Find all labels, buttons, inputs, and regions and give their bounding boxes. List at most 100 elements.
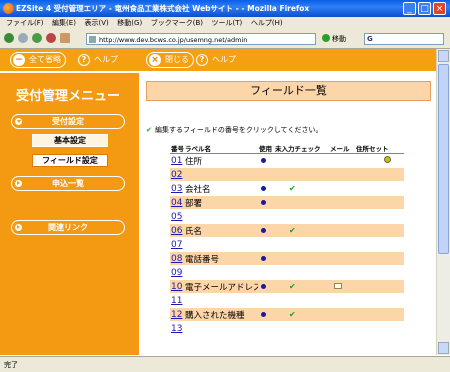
maximize-button[interactable]: □ [418,2,431,15]
used-cell [258,279,274,294]
field-number-cell: 08 [170,251,184,266]
mail-cell [329,321,355,336]
scroll-down-button[interactable] [438,342,449,354]
field-number-link[interactable]: 03 [171,184,182,194]
help-label-right: ヘルプ [212,55,236,64]
vertical-scrollbar[interactable] [436,49,450,355]
close-icon: × [149,54,161,66]
help-button-right[interactable]: ? ヘルプ [196,52,236,68]
field-number-link[interactable]: 05 [171,212,182,222]
back-icon[interactable] [4,33,14,43]
sidebar-item-field-settings[interactable]: フィールド設定 [32,154,108,167]
menu-tools[interactable]: ツール(T) [212,17,243,30]
search-input[interactable]: G [364,33,444,45]
table-row: 07 [170,237,404,252]
menu-help[interactable]: ヘルプ(H) [251,17,283,30]
table-row: 05 [170,209,404,224]
required-check-cell [274,321,329,336]
sidebar-section-related-links[interactable]: 関連リンク [11,220,125,235]
field-label-cell [184,209,258,224]
used-cell [258,181,274,196]
mail-cell [329,307,355,322]
used-dot-icon [261,185,266,191]
field-number-link[interactable]: 13 [171,324,182,334]
field-number-cell: 02 [170,167,184,182]
help-label-left: ヘルプ [94,55,118,64]
window-title: EZSite 4 受付管理エリア - 竜州食品工業株式会社 Webサイト - -… [16,4,310,13]
section-label: 関連リンク [48,223,88,232]
column-header: 未入力チェック [274,143,329,154]
go-button[interactable]: 移動 [322,33,346,45]
field-number-link[interactable]: 06 [171,226,182,236]
sidebar-item-basic-settings[interactable]: 基本設定 [32,134,108,147]
table-row: 06 氏名 ✔ [170,223,404,238]
menu-edit[interactable]: 編集(E) [52,17,76,30]
url-text: http://www.dev.bcws.co.jp/usemng.net/adm… [99,36,248,44]
help-button-left[interactable]: ? ヘルプ [78,52,118,68]
mail-cell [329,181,355,196]
mail-cell [329,167,355,182]
collapse-all-button[interactable]: − 全て省略 [10,52,66,68]
menu-view[interactable]: 表示(V) [84,17,108,30]
address-set-cell [355,167,404,182]
field-number-link[interactable]: 04 [171,198,182,208]
field-number-cell: 04 [170,195,184,210]
field-number-link[interactable]: 11 [171,296,182,306]
sidebar-section-applications[interactable]: 申込一覧 [11,176,125,191]
address-set-cell [355,223,404,238]
used-cell [258,153,274,168]
minus-icon: − [13,54,25,66]
address-set-cell [355,307,404,322]
close-button[interactable]: × 閉じる [146,52,194,68]
mail-cell [329,237,355,252]
checkmark-icon: ✔ [289,281,296,291]
column-header: 住所セット [355,143,404,154]
forward-icon[interactable] [18,33,28,43]
mail-cell [329,265,355,280]
field-number-link[interactable]: 02 [171,170,182,180]
checkmark-icon: ✔ [146,126,152,134]
mail-cell [329,209,355,224]
close-window-button[interactable]: × [433,2,446,15]
mail-cell [329,223,355,238]
field-table: 番号 ラベル名 使用 未入力チェック メール 住所セット 01 住所 02 03 会社名 ✔ 04 部署… [170,143,404,336]
scroll-up-button[interactable] [438,50,449,62]
required-check-cell [274,209,329,224]
collapsed-arrow-icon [15,180,22,187]
field-label-cell: 会社名 [184,181,258,196]
used-cell [258,223,274,238]
menu-go[interactable]: 移動(G) [117,17,142,30]
field-label-cell [184,293,258,308]
address-set-cell [355,265,404,280]
home-icon[interactable] [60,33,70,43]
minimize-button[interactable]: _ [403,2,416,15]
required-check-cell: ✔ [274,223,329,238]
menu-file[interactable]: ファイル(F) [6,17,44,30]
stop-icon[interactable] [46,33,56,43]
field-number-link[interactable]: 12 [171,310,182,320]
field-label-cell [184,265,258,280]
field-number-cell: 03 [170,181,184,196]
help-icon: ? [196,54,208,66]
sidebar-section-reception-settings[interactable]: 受付設定 [11,114,125,129]
field-number-link[interactable]: 10 [171,282,182,292]
go-icon [322,34,330,42]
scroll-thumb[interactable] [438,64,449,254]
expanded-arrow-icon [15,118,22,125]
menu-bookmarks[interactable]: ブックマーク(B) [151,17,203,30]
column-header: 使用 [258,143,274,154]
field-label-cell: 購入された機種 [184,307,258,322]
mail-icon [334,282,342,289]
reload-icon[interactable] [32,33,42,43]
field-label-cell: 住所 [184,153,258,168]
instruction-label: 編集するフィールドの番号をクリックしてください。 [155,126,323,134]
collapse-all-label: 全て省略 [29,55,61,64]
field-number-cell: 10 [170,279,184,294]
field-number-link[interactable]: 01 [171,156,182,166]
used-cell [258,321,274,336]
field-number-link[interactable]: 09 [171,268,182,278]
field-number-link[interactable]: 07 [171,240,182,250]
field-number-link[interactable]: 08 [171,254,182,264]
field-label-cell: 電子メールアドレス [184,279,258,294]
url-input[interactable]: http://www.dev.bcws.co.jp/usemng.net/adm… [86,33,316,45]
